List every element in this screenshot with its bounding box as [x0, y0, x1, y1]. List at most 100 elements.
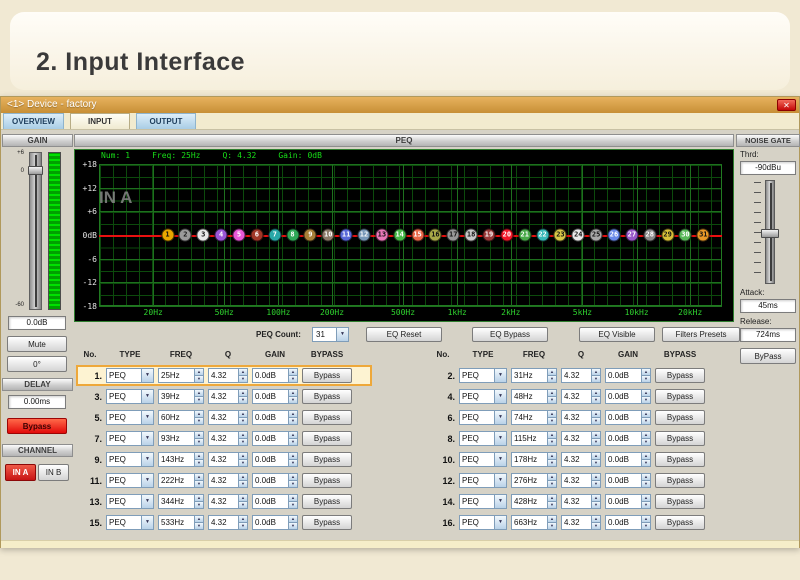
spin-down-icon[interactable]: ▼ — [195, 459, 203, 466]
row-bypass-button[interactable]: Bypass — [302, 410, 352, 425]
eq-point-26[interactable]: 26 — [608, 229, 621, 242]
gain-input[interactable]: 0.0dB▲▼ — [605, 368, 651, 383]
spin-down-icon[interactable]: ▼ — [592, 480, 600, 487]
q-input[interactable]: 4.32▲▼ — [208, 452, 248, 467]
type-select[interactable]: PEQ▼ — [459, 473, 507, 488]
gain-input[interactable]: 0.0dB▲▼ — [605, 410, 651, 425]
spin-down-icon[interactable]: ▼ — [548, 522, 556, 529]
spin-down-icon[interactable]: ▼ — [592, 396, 600, 403]
eq-point-28[interactable]: 28 — [643, 229, 656, 242]
spin-down-icon[interactable]: ▼ — [548, 396, 556, 403]
eq-point-3[interactable]: 3 — [197, 229, 210, 242]
spin-down-icon[interactable]: ▼ — [239, 459, 247, 466]
spin-down-icon[interactable]: ▼ — [239, 522, 247, 529]
gain-input[interactable]: 0.0dB▲▼ — [252, 515, 298, 530]
q-input[interactable]: 4.32▲▼ — [561, 389, 601, 404]
tab-overview[interactable]: OVERVIEW — [3, 113, 64, 129]
eq-point-4[interactable]: 4 — [215, 229, 228, 242]
spin-down-icon[interactable]: ▼ — [289, 522, 297, 529]
q-input[interactable]: 4.32▲▼ — [208, 494, 248, 509]
eq-point-6[interactable]: 6 — [250, 229, 263, 242]
type-select[interactable]: PEQ▼ — [106, 368, 154, 383]
eq-point-19[interactable]: 19 — [482, 229, 495, 242]
spin-down-icon[interactable]: ▼ — [548, 459, 556, 466]
spin-down-icon[interactable]: ▼ — [289, 438, 297, 445]
eq-point-16[interactable]: 16 — [429, 229, 442, 242]
spin-down-icon[interactable]: ▼ — [239, 417, 247, 424]
spin-down-icon[interactable]: ▼ — [548, 417, 556, 424]
spin-down-icon[interactable]: ▼ — [289, 480, 297, 487]
row-bypass-button[interactable]: Bypass — [302, 389, 352, 404]
row-bypass-button[interactable]: Bypass — [302, 452, 352, 467]
spin-down-icon[interactable]: ▼ — [642, 417, 650, 424]
eq-point-24[interactable]: 24 — [572, 229, 585, 242]
freq-input[interactable]: 276Hz▲▼ — [511, 473, 557, 488]
row-bypass-button[interactable]: Bypass — [302, 368, 352, 383]
eq-point-17[interactable]: 17 — [447, 229, 460, 242]
spin-down-icon[interactable]: ▼ — [642, 375, 650, 382]
type-select[interactable]: PEQ▼ — [106, 389, 154, 404]
spin-down-icon[interactable]: ▼ — [195, 375, 203, 382]
spin-down-icon[interactable]: ▼ — [239, 438, 247, 445]
eq-graph[interactable]: Num:1 Freq:25Hz Q:4.32 Gain:0dB IN A +18… — [74, 149, 734, 322]
type-select[interactable]: PEQ▼ — [459, 515, 507, 530]
filters-presets-button[interactable]: Filters Presets — [662, 327, 740, 342]
gain-input[interactable]: 0.0dB▲▼ — [605, 515, 651, 530]
freq-input[interactable]: 428Hz▲▼ — [511, 494, 557, 509]
q-input[interactable]: 4.32▲▼ — [208, 473, 248, 488]
eq-point-9[interactable]: 9 — [304, 229, 317, 242]
row-bypass-button[interactable]: Bypass — [655, 515, 705, 530]
eq-point-10[interactable]: 10 — [322, 229, 335, 242]
spin-down-icon[interactable]: ▼ — [195, 417, 203, 424]
spin-down-icon[interactable]: ▼ — [239, 375, 247, 382]
freq-input[interactable]: 663Hz▲▼ — [511, 515, 557, 530]
type-select[interactable]: PEQ▼ — [459, 368, 507, 383]
threshold-slider-handle[interactable] — [761, 229, 779, 238]
gain-fader-handle[interactable] — [28, 166, 43, 175]
eq-point-27[interactable]: 27 — [625, 229, 638, 242]
freq-input[interactable]: 31Hz▲▼ — [511, 368, 557, 383]
type-select[interactable]: PEQ▼ — [106, 494, 154, 509]
type-select[interactable]: PEQ▼ — [459, 452, 507, 467]
spin-down-icon[interactable]: ▼ — [592, 438, 600, 445]
q-input[interactable]: 4.32▲▼ — [561, 473, 601, 488]
release-value[interactable]: 724ms — [740, 328, 796, 342]
spin-down-icon[interactable]: ▼ — [592, 522, 600, 529]
tab-output[interactable]: OUTPUT — [136, 113, 196, 129]
eq-point-31[interactable]: 31 — [697, 229, 710, 242]
spin-down-icon[interactable]: ▼ — [642, 501, 650, 508]
threshold-value[interactable]: -90dBu — [740, 161, 796, 175]
spin-down-icon[interactable]: ▼ — [548, 375, 556, 382]
spin-down-icon[interactable]: ▼ — [289, 417, 297, 424]
spin-down-icon[interactable]: ▼ — [195, 522, 203, 529]
row-bypass-button[interactable]: Bypass — [655, 410, 705, 425]
spin-down-icon[interactable]: ▼ — [642, 438, 650, 445]
gain-input[interactable]: 0.0dB▲▼ — [605, 452, 651, 467]
eq-point-13[interactable]: 13 — [375, 229, 388, 242]
spin-down-icon[interactable]: ▼ — [592, 501, 600, 508]
q-input[interactable]: 4.32▲▼ — [208, 389, 248, 404]
type-select[interactable]: PEQ▼ — [106, 515, 154, 530]
spin-down-icon[interactable]: ▼ — [592, 375, 600, 382]
spin-down-icon[interactable]: ▼ — [548, 501, 556, 508]
gain-input[interactable]: 0.0dB▲▼ — [605, 389, 651, 404]
q-input[interactable]: 4.32▲▼ — [208, 515, 248, 530]
row-bypass-button[interactable]: Bypass — [302, 515, 352, 530]
eq-point-12[interactable]: 12 — [357, 229, 370, 242]
gain-input[interactable]: 0.0dB▲▼ — [252, 410, 298, 425]
spin-down-icon[interactable]: ▼ — [195, 438, 203, 445]
type-select[interactable]: PEQ▼ — [459, 410, 507, 425]
type-select[interactable]: PEQ▼ — [106, 473, 154, 488]
window-titlebar[interactable]: <1> Device - factory ✕ — [1, 97, 799, 113]
delay-value[interactable]: 0.00ms — [8, 395, 66, 409]
q-input[interactable]: 4.32▲▼ — [208, 368, 248, 383]
eq-visible-button[interactable]: EQ Visible — [579, 327, 655, 342]
eq-point-8[interactable]: 8 — [286, 229, 299, 242]
eq-point-29[interactable]: 29 — [661, 229, 674, 242]
gain-input[interactable]: 0.0dB▲▼ — [252, 494, 298, 509]
gain-input[interactable]: 0.0dB▲▼ — [605, 431, 651, 446]
spin-down-icon[interactable]: ▼ — [548, 438, 556, 445]
eq-point-20[interactable]: 20 — [500, 229, 513, 242]
gain-input[interactable]: 0.0dB▲▼ — [252, 473, 298, 488]
spin-down-icon[interactable]: ▼ — [592, 459, 600, 466]
